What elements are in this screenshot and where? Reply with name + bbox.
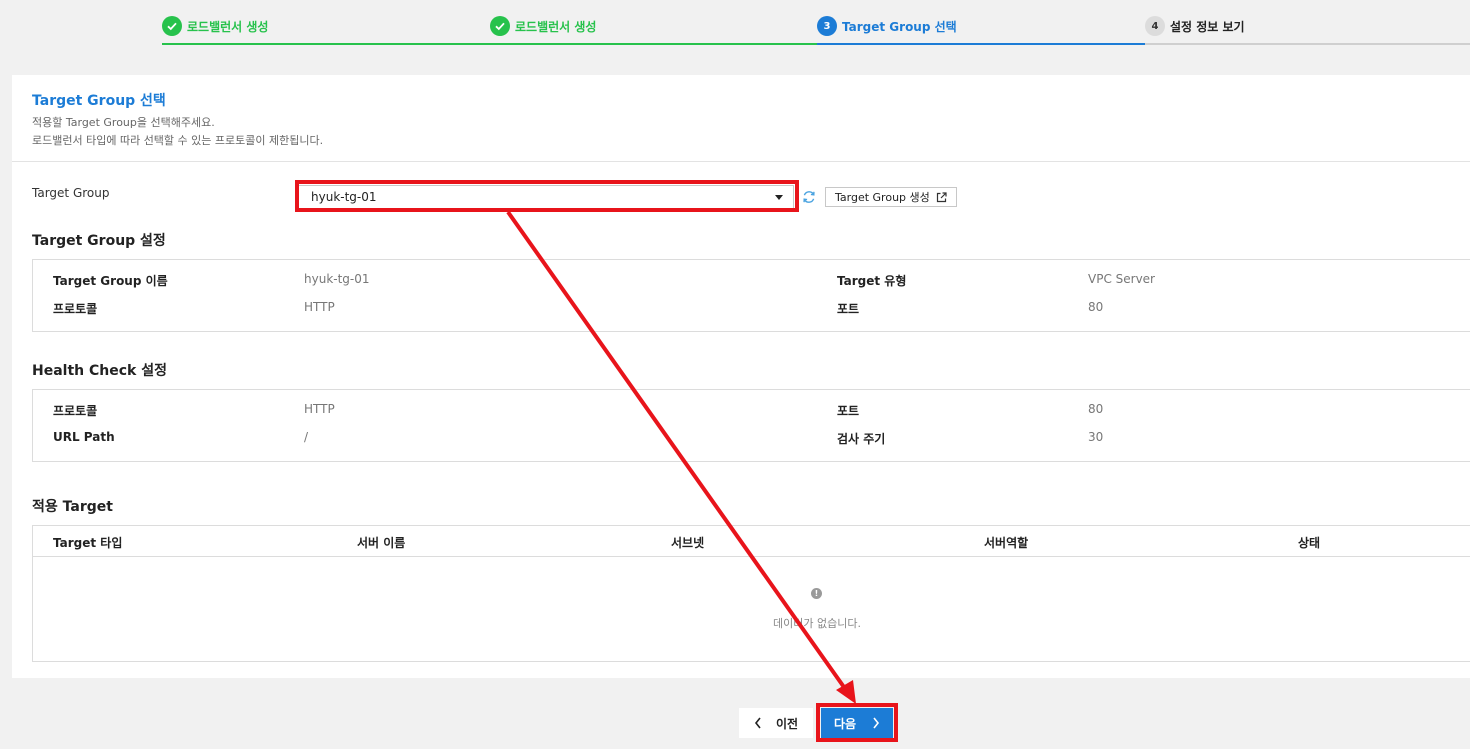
tg-protocol-value: HTTP bbox=[304, 300, 335, 314]
step-2-label: 로드밸런서 생성 bbox=[515, 20, 597, 34]
step-3-label: Target Group 선택 bbox=[842, 20, 957, 34]
hc-interval-value: 30 bbox=[1088, 430, 1104, 444]
step-1-label: 로드밸런서 생성 bbox=[187, 20, 269, 34]
caret-down-icon bbox=[775, 195, 783, 200]
target-group-select[interactable]: hyuk-tg-01 bbox=[298, 185, 794, 209]
check-icon bbox=[490, 16, 510, 36]
create-target-group-label: Target Group 생성 bbox=[835, 191, 930, 204]
target-group-panel: Target Group 선택 적용할 Target Group을 선택해주세요… bbox=[12, 75, 1470, 678]
create-target-group-button[interactable]: Target Group 생성 bbox=[825, 187, 957, 207]
tg-port-value: 80 bbox=[1088, 300, 1104, 314]
column-header[interactable]: 서버 이름 bbox=[357, 534, 405, 551]
hc-path-value: / bbox=[304, 430, 309, 444]
refresh-icon[interactable] bbox=[801, 189, 817, 205]
next-button[interactable]: 다음 bbox=[821, 708, 893, 738]
step-2-progress-bar bbox=[490, 43, 817, 45]
step-4-number: 4 bbox=[1145, 16, 1165, 36]
panel-header: Target Group 선택 적용할 Target Group을 선택해주세요… bbox=[12, 75, 1470, 162]
column-header[interactable]: 서브넷 bbox=[671, 534, 704, 551]
hc-protocol-key: 프로토콜 bbox=[53, 404, 98, 418]
panel-description: 적용할 Target Group을 선택해주세요. bbox=[32, 116, 215, 129]
tg-name-key: Target Group 이름 bbox=[53, 274, 168, 288]
step-4: 4 설정 정보 보기 bbox=[1145, 0, 1470, 46]
panel-title: Target Group 선택 bbox=[32, 93, 166, 109]
step-4-label: 설정 정보 보기 bbox=[1170, 20, 1245, 34]
empty-state-text: 데이터가 없습니다. bbox=[773, 617, 861, 630]
target-group-selected-value: hyuk-tg-01 bbox=[311, 190, 377, 204]
tg-type-value: VPC Server bbox=[1088, 272, 1155, 286]
hc-port-value: 80 bbox=[1088, 402, 1104, 416]
next-button-label: 다음 bbox=[833, 716, 857, 731]
tg-name-value: hyuk-tg-01 bbox=[304, 272, 370, 286]
column-header[interactable]: Target 타입 bbox=[53, 534, 122, 551]
step-2: 로드밸런서 생성 bbox=[490, 0, 817, 46]
prev-button[interactable]: 이전 bbox=[739, 708, 813, 738]
target-group-label: Target Group bbox=[32, 186, 110, 200]
panel-description-note: 로드밸런서 타입에 따라 선택할 수 있는 프로토콜이 제한됩니다. bbox=[32, 134, 324, 147]
hc-interval-key: 검사 주기 bbox=[837, 432, 886, 446]
tg-settings-box: Target Group 이름 hyuk-tg-01 Target 유형 VPC… bbox=[32, 259, 1470, 332]
step-3-number: 3 bbox=[817, 16, 837, 36]
tg-protocol-key: 프로토콜 bbox=[53, 302, 98, 316]
column-header[interactable]: 상태 bbox=[1298, 534, 1320, 551]
applied-targets-title: 적용 Target bbox=[32, 499, 113, 515]
check-icon bbox=[162, 16, 182, 36]
info-icon: ! bbox=[811, 588, 822, 599]
hc-path-key: URL Path bbox=[53, 430, 115, 444]
tg-port-key: 포트 bbox=[837, 302, 860, 316]
chevron-right-icon bbox=[873, 717, 880, 729]
hc-protocol-value: HTTP bbox=[304, 402, 335, 416]
health-check-box: 프로토콜 HTTP 포트 80 URL Path / 검사 주기 30 bbox=[32, 389, 1470, 462]
tg-type-key: Target 유형 bbox=[837, 274, 907, 288]
applied-targets-table: Target 타입 서버 이름 서브넷 서버역할 상태 ! 데이터가 없습니다. bbox=[32, 525, 1470, 662]
step-1: 로드밸런서 생성 bbox=[162, 0, 490, 46]
tg-settings-title: Target Group 설정 bbox=[32, 233, 166, 249]
step-3: 3 Target Group 선택 bbox=[817, 0, 1145, 46]
prev-button-label: 이전 bbox=[775, 716, 799, 731]
step-3-progress-bar bbox=[817, 43, 1145, 45]
health-check-title: Health Check 설정 bbox=[32, 363, 167, 379]
wizard-stepper: 로드밸런서 생성 로드밸런서 생성 3 Target Group 선택 4 설정… bbox=[0, 0, 1470, 46]
step-4-progress-bar bbox=[1145, 43, 1470, 45]
external-link-icon bbox=[936, 191, 947, 202]
table-header: Target 타입 서버 이름 서브넷 서버역할 상태 bbox=[33, 526, 1470, 557]
step-1-progress-bar bbox=[162, 43, 490, 45]
hc-port-key: 포트 bbox=[837, 404, 860, 418]
chevron-left-icon bbox=[754, 717, 761, 729]
column-header[interactable]: 서버역할 bbox=[984, 534, 1028, 551]
